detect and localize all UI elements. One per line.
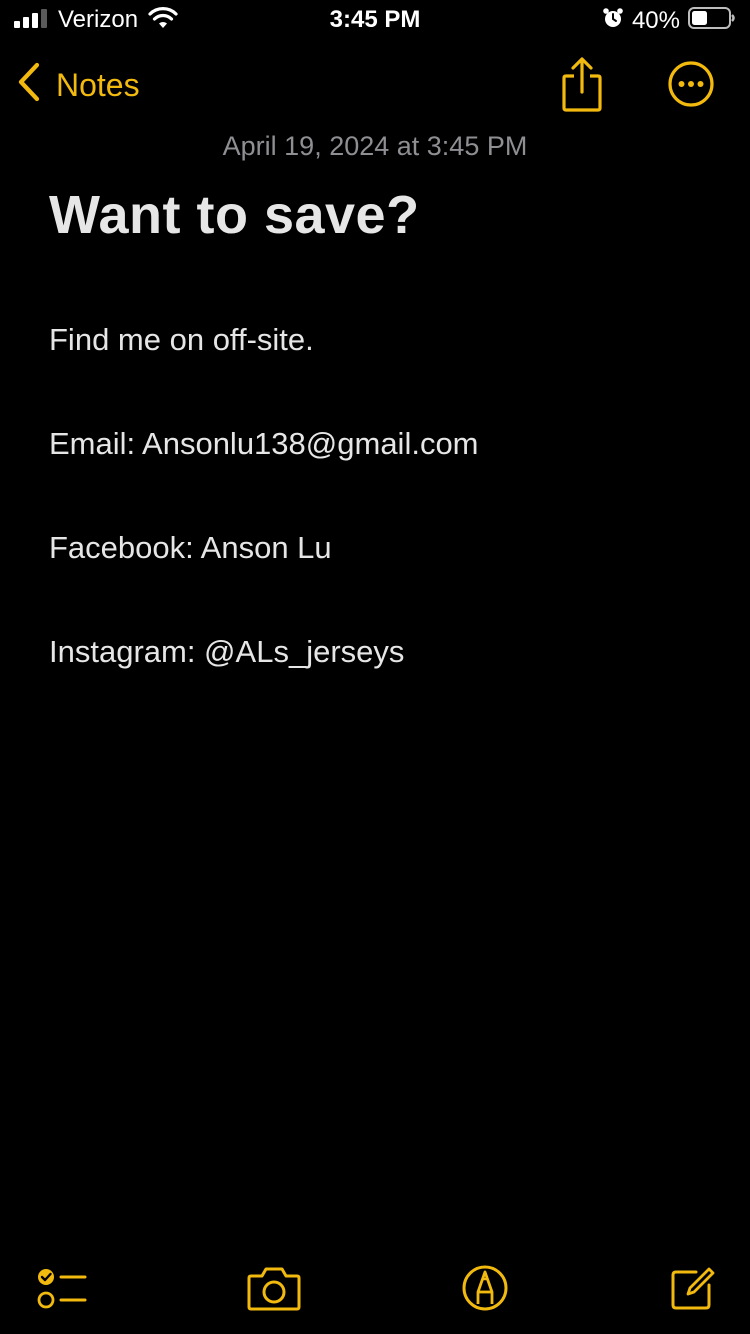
status-bar: Verizon 3:45 PM 40% [0, 0, 750, 40]
nav-bar: Notes [0, 50, 750, 120]
compose-icon [668, 1267, 716, 1316]
markup-icon [461, 1265, 509, 1316]
note-line: Instagram: @ALs_jerseys [49, 634, 405, 669]
status-right: 40% [602, 6, 736, 35]
camera-button[interactable] [246, 1264, 302, 1317]
share-button[interactable] [560, 56, 604, 112]
note-line: Facebook: Anson Lu [49, 530, 332, 565]
bottom-toolbar [0, 1250, 750, 1334]
more-button[interactable] [667, 60, 715, 108]
back-label: Notes [56, 66, 140, 103]
note-date: April 19, 2024 at 3:45 PM [222, 131, 528, 161]
note-title: Want to save? [49, 185, 420, 245]
note-line: Email: Ansonlu138@gmail.com [49, 426, 479, 461]
note-body[interactable]: Want to save? Find me on off-site. Email… [49, 180, 709, 669]
checklist-icon [34, 1269, 88, 1316]
checklist-button[interactable] [34, 1264, 88, 1317]
note-line: Find me on off-site. [49, 322, 314, 357]
markup-button[interactable] [461, 1264, 509, 1317]
alarm-icon [602, 7, 624, 34]
camera-icon [246, 1267, 302, 1316]
more-icon [667, 61, 715, 112]
compose-button[interactable] [668, 1264, 716, 1317]
battery-icon [688, 6, 736, 35]
chevron-left-icon [16, 62, 42, 107]
battery-percent: 40% [631, 6, 680, 34]
back-button[interactable]: Notes [16, 62, 140, 107]
share-icon [560, 57, 604, 116]
